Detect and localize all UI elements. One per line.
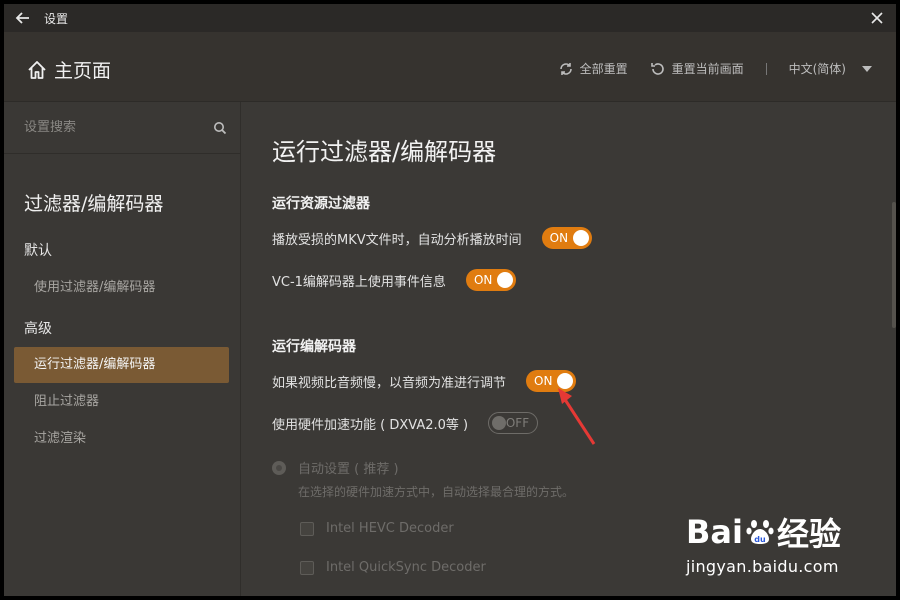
reset-all-label: 全部重置 (579, 62, 628, 76)
title-bar: 设置 (4, 4, 896, 32)
reset-current-button[interactable]: 重置当前画面 (650, 60, 744, 77)
sidebar-item-use-filters[interactable]: 使用过滤器/编解码器 (14, 270, 229, 306)
setting-row-av-sync: 如果视频比音频慢，以音频为准进行调节 ON (272, 370, 577, 392)
sidebar-item-block-filters[interactable]: 阻止过滤器 (14, 384, 229, 420)
checkbox[interactable] (300, 521, 314, 536)
language-value: 中文(简体) (788, 62, 846, 76)
search-input[interactable] (24, 120, 204, 135)
setting-label: 播放受损的MKV文件时，自动分析播放时间 (272, 232, 522, 248)
sidebar-group-default: 默认 (24, 243, 52, 259)
page-title: 运行过滤器/编解码器 (272, 138, 497, 166)
decoder-option-hevc[interactable]: Intel HEVC Decoder (300, 521, 454, 536)
decoder-label: Intel QuickSync Decoder (326, 560, 486, 575)
mkv-toggle[interactable]: ON (541, 227, 592, 249)
hw-auto-description: 在选择的硬件加速方式中，自动选择最合理的方式。 (298, 485, 575, 499)
svg-text:du: du (754, 535, 766, 544)
sidebar-title: 过滤器/编解码器 (24, 193, 164, 215)
scrollbar-thumb[interactable] (892, 202, 896, 328)
setting-label: VC-1编解码器上使用事件信息 (272, 274, 446, 290)
close-icon[interactable] (868, 9, 886, 27)
search-icon[interactable] (213, 121, 227, 135)
watermark-url: jingyan.baidu.com (686, 557, 839, 576)
sidebar-item-run-filters[interactable]: 运行过滤器/编解码器 (14, 347, 229, 383)
settings-search (4, 102, 241, 154)
home-button[interactable]: 主页面 (26, 56, 111, 83)
setting-label: 使用硬件加速功能 ( DXVA2.0等 ) (272, 417, 469, 433)
hw-auto-option[interactable]: 自动设置 ( 推荐 ) (272, 458, 399, 477)
annotation-arrow-icon (558, 388, 596, 445)
page-header: 主页面 全部重置 重置当前画面 中文(简体) (4, 32, 896, 102)
setting-row-mkv: 播放受损的MKV文件时，自动分析播放时间 ON (272, 227, 592, 249)
home-label: 主页面 (54, 60, 112, 82)
hw-accel-toggle[interactable]: OFF (488, 412, 539, 434)
setting-row-hw-accel: 使用硬件加速功能 ( DXVA2.0等 ) OFF (272, 412, 539, 434)
section-title-source-filters: 运行资源过滤器 (272, 196, 370, 212)
paw-icon: du (746, 520, 774, 544)
header-divider (765, 62, 767, 75)
decoder-label: Intel HEVC Decoder (326, 521, 454, 536)
reset-all-button[interactable]: 全部重置 (558, 60, 628, 77)
decoder-option-quicksync[interactable]: Intel QuickSync Decoder (300, 560, 486, 575)
watermark-brand: Bai du 经验 (686, 513, 841, 553)
radio-button[interactable] (272, 460, 286, 475)
language-select[interactable]: 中文(简体) (789, 60, 872, 77)
chevron-down-icon (862, 65, 872, 72)
section-title-codecs: 运行编解码器 (272, 339, 356, 355)
sidebar-item-filter-render[interactable]: 过滤渲染 (14, 421, 229, 457)
sidebar-group-advanced: 高级 (24, 321, 52, 337)
reset-current-label: 重置当前画面 (671, 62, 744, 76)
back-arrow-icon[interactable] (14, 9, 32, 27)
home-icon (28, 60, 46, 79)
setting-row-vc1: VC-1编解码器上使用事件信息 ON (272, 269, 516, 291)
sidebar: 过滤器/编解码器 默认 使用过滤器/编解码器 高级 运行过滤器/编解码器 阻止过… (4, 102, 241, 596)
vc1-toggle[interactable]: ON (465, 269, 516, 291)
checkbox[interactable] (300, 560, 314, 575)
hw-auto-label: 自动设置 ( 推荐 ) (298, 462, 399, 477)
undo-icon (650, 62, 664, 75)
baidu-jingyan-watermark: Bai du 经验 jingyan.baidu.com (686, 509, 846, 576)
refresh-icon (559, 62, 572, 75)
window-title: 设置 (44, 11, 69, 26)
settings-window: 设置 主页面 全部重置 重置当前画面 中文(简体) 设置搜索 过滤器/编解码器 … (4, 4, 896, 596)
header-actions: 全部重置 重置当前画面 中文(简体) (558, 60, 872, 77)
setting-label: 如果视频比音频慢，以音频为准进行调节 (272, 375, 507, 391)
